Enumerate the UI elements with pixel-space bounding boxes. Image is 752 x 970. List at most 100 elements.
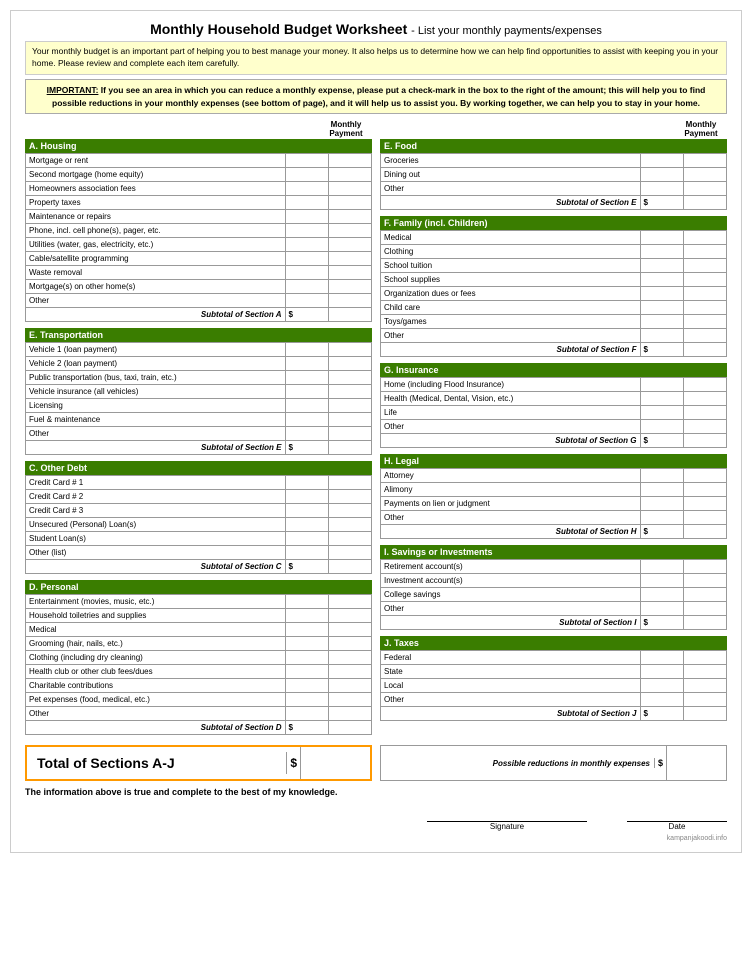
table-row: Unsecured (Personal) Loan(s) (26, 518, 372, 532)
table-row: Local (381, 679, 727, 693)
possible-reductions-dollar: $ (654, 758, 666, 768)
table-row: Credit Card # 2 (26, 490, 372, 504)
table-row: Second mortgage (home equity) (26, 168, 372, 182)
table-row: Vehicle insurance (all vehicles) (26, 385, 372, 399)
signature-label: Signature (490, 822, 524, 831)
table-row: Entertainment (movies, music, etc.) (26, 595, 372, 609)
subtotal-row-j: Subtotal of Section J $ (381, 707, 727, 721)
table-row: Medical (26, 623, 372, 637)
table-row: Investment account(s) (381, 574, 727, 588)
section-j-header: J. Taxes (380, 636, 727, 650)
table-row: Clothing (381, 245, 727, 259)
total-dollar-sign: $ (286, 752, 300, 774)
date-field: Date (627, 805, 727, 831)
table-row: Mortgage or rent (26, 154, 372, 168)
possible-reductions-block: Possible reductions in monthly expenses … (380, 745, 727, 781)
possible-reductions-label: Possible reductions in monthly expenses (381, 757, 654, 770)
total-sections-label: Total of Sections A-J (27, 751, 286, 775)
table-row: Property taxes (26, 196, 372, 210)
table-row: Homeowners association fees (26, 182, 372, 196)
table-row: Household toiletries and supplies (26, 609, 372, 623)
table-row: Medical (381, 231, 727, 245)
subtotal-row-food: Subtotal of Section E $ (381, 196, 727, 210)
table-row: Fuel & maintenance (26, 413, 372, 427)
date-label: Date (669, 822, 686, 831)
table-row: Charitable contributions (26, 679, 372, 693)
important-box: IMPORTANT: If you see an area in which y… (25, 79, 727, 115)
section-h-header: H. Legal (380, 454, 727, 468)
table-row: Other (381, 182, 727, 196)
section-d-table: Entertainment (movies, music, etc.) Hous… (25, 594, 372, 735)
watermark: kampanjakoodi.info (25, 835, 727, 842)
section-g: G. Insurance Home (including Flood Insur… (380, 363, 727, 448)
table-row: Other (381, 693, 727, 707)
section-c-table: Credit Card # 1 Credit Card # 2 Credit C… (25, 475, 372, 574)
section-a-table: Mortgage or rent Second mortgage (home e… (25, 153, 372, 322)
section-i: I. Savings or Investments Retirement acc… (380, 545, 727, 630)
subtotal-row-g: Subtotal of Section G $ (381, 434, 727, 448)
table-row: Life (381, 406, 727, 420)
title-main: Monthly Household Budget Worksheet (150, 21, 407, 37)
table-row: School supplies (381, 273, 727, 287)
table-row: Utilities (water, gas, electricity, etc.… (26, 238, 372, 252)
table-row: Other (381, 420, 727, 434)
total-sections-block: Total of Sections A-J $ (25, 745, 372, 781)
main-columns: A. Housing Mortgage or rent Second mortg… (25, 139, 727, 741)
subtotal-row-a: Subtotal of Section A $ (26, 308, 372, 322)
table-row: Vehicle 1 (loan payment) (26, 343, 372, 357)
section-h: H. Legal Attorney Alimony Payments on li… (380, 454, 727, 539)
subtotal-row-f: Subtotal of Section F $ (381, 343, 727, 357)
section-transport: E. Transportation Vehicle 1 (loan paymen… (25, 328, 372, 455)
table-row: Mortgage(s) on other home(s) (26, 280, 372, 294)
table-row: Other (381, 329, 727, 343)
important-text: If you see an area in which you can redu… (52, 85, 705, 108)
table-row: Alimony (381, 483, 727, 497)
table-row: School tuition (381, 259, 727, 273)
total-amount-field[interactable] (300, 747, 370, 779)
subtotal-row-i: Subtotal of Section I $ (381, 616, 727, 630)
table-row: Other (list) (26, 546, 372, 560)
section-food-header: E. Food (380, 139, 727, 153)
table-row: Licensing (26, 399, 372, 413)
section-f-table: Medical Clothing School tuition School s… (380, 230, 727, 357)
right-monthly-header: MonthlyPayment (675, 120, 727, 138)
table-row: Health club or other club fees/dues (26, 665, 372, 679)
table-row: Retirement account(s) (381, 560, 727, 574)
important-prefix: IMPORTANT: (47, 85, 99, 95)
table-row: Child care (381, 301, 727, 315)
truth-statement: The information above is true and comple… (25, 787, 727, 797)
table-row: Credit Card # 3 (26, 504, 372, 518)
section-i-table: Retirement account(s) Investment account… (380, 559, 727, 630)
table-row: Dining out (381, 168, 727, 182)
table-row: Other (26, 707, 372, 721)
table-row: Health (Medical, Dental, Vision, etc.) (381, 392, 727, 406)
table-row: Student Loan(s) (26, 532, 372, 546)
signature-row: Signature Date (25, 805, 727, 831)
table-row: Attorney (381, 469, 727, 483)
table-row: Home (including Flood Insurance) (381, 378, 727, 392)
table-row: Public transportation (bus, taxi, train,… (26, 371, 372, 385)
subtotal-row-c: Subtotal of Section C $ (26, 560, 372, 574)
subtotal-row-d: Subtotal of Section D $ (26, 721, 372, 735)
section-g-table: Home (including Flood Insurance) Health … (380, 377, 727, 448)
intro-text: Your monthly budget is an important part… (25, 41, 727, 75)
section-transport-table: Vehicle 1 (loan payment) Vehicle 2 (loan… (25, 342, 372, 455)
subtotal-row-h: Subtotal of Section H $ (381, 525, 727, 539)
page: Monthly Household Budget Worksheet - Lis… (10, 10, 742, 853)
left-column: A. Housing Mortgage or rent Second mortg… (25, 139, 372, 741)
title-subtitle: - List your monthly payments/expenses (411, 25, 602, 37)
table-row: Groceries (381, 154, 727, 168)
section-food: E. Food Groceries Dining out Other Subto… (380, 139, 727, 210)
table-row: Waste removal (26, 266, 372, 280)
table-row: Maintenance or repairs (26, 210, 372, 224)
section-food-table: Groceries Dining out Other Subtotal of S… (380, 153, 727, 210)
right-column: E. Food Groceries Dining out Other Subto… (380, 139, 727, 741)
table-row: Cable/satellite programming (26, 252, 372, 266)
table-row: Grooming (hair, nails, etc.) (26, 637, 372, 651)
table-row: Clothing (including dry cleaning) (26, 651, 372, 665)
section-a: A. Housing Mortgage or rent Second mortg… (25, 139, 372, 322)
section-d: D. Personal Entertainment (movies, music… (25, 580, 372, 735)
possible-reductions-field[interactable] (666, 746, 726, 780)
section-c-header: C. Other Debt (25, 461, 372, 475)
section-f-header: F. Family (incl. Children) (380, 216, 727, 230)
